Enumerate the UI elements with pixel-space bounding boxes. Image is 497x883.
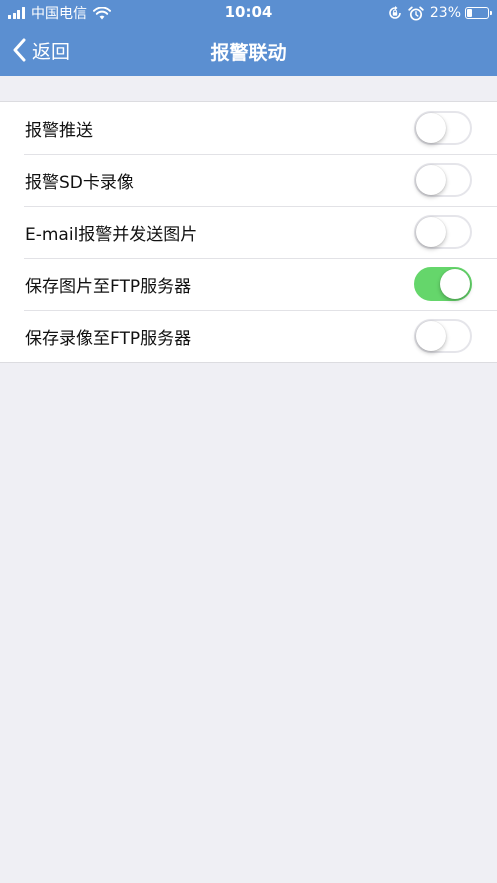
- status-bar: 中国电信 10:04 23%: [0, 0, 497, 26]
- battery-level-fill: [467, 9, 472, 17]
- toggle-knob: [416, 217, 446, 247]
- setting-label: E-mail报警并发送图片: [25, 224, 198, 245]
- battery-percent: 23%: [429, 5, 461, 21]
- setting-row-email-alarm: E-mail报警并发送图片: [0, 206, 497, 258]
- setting-row-alarm-push: 报警推送: [0, 102, 497, 154]
- battery-icon: [465, 7, 492, 19]
- navigation-bar: 返回 报警联动: [0, 26, 497, 76]
- setting-row-save-image-ftp: 保存图片至FTP服务器: [0, 258, 497, 310]
- setting-row-save-video-ftp: 保存录像至FTP服务器: [0, 310, 497, 362]
- setting-label: 保存图片至FTP服务器: [25, 276, 192, 297]
- toggle-knob: [416, 113, 446, 143]
- save-video-ftp-toggle[interactable]: [414, 319, 472, 353]
- toggle-knob: [440, 269, 470, 299]
- alarm-push-toggle[interactable]: [414, 111, 472, 145]
- status-right: 23%: [388, 3, 492, 23]
- rotation-lock-icon: [389, 6, 401, 19]
- top-bar: 中国电信 10:04 23% 返回 报警联动: [0, 0, 497, 76]
- page-title: 报警联动: [210, 42, 287, 64]
- alarm-icon: [408, 6, 424, 21]
- setting-row-alarm-sd-record: 报警SD卡录像: [0, 154, 497, 206]
- toggle-knob: [416, 321, 446, 351]
- setting-label: 报警SD卡录像: [25, 172, 134, 193]
- toggle-knob: [416, 165, 446, 195]
- settings-list: 报警推送 报警SD卡录像 E-mail报警并发送图片 保存图片至FTP服务器 保…: [0, 101, 497, 363]
- setting-label: 报警推送: [25, 120, 93, 141]
- save-image-ftp-toggle[interactable]: [414, 267, 472, 301]
- setting-label: 保存录像至FTP服务器: [25, 328, 192, 349]
- email-alarm-toggle[interactable]: [414, 215, 472, 249]
- alarm-sd-record-toggle[interactable]: [414, 163, 472, 197]
